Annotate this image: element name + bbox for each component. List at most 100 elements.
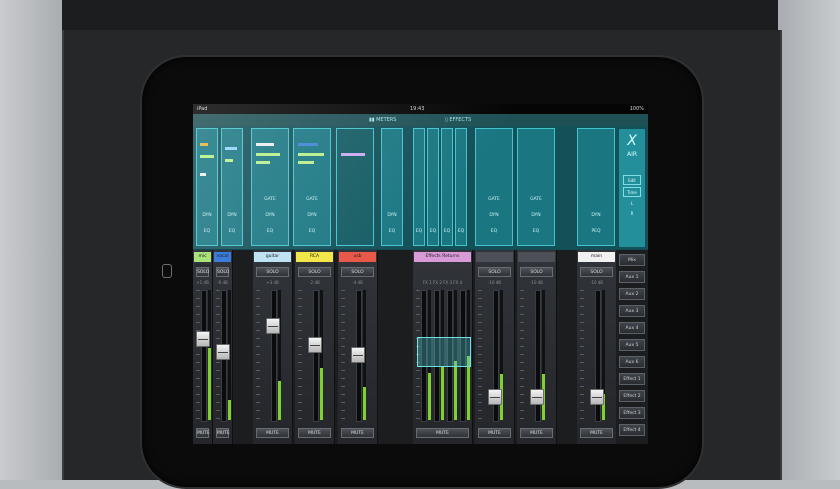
mute-button[interactable]: MUTE: [520, 428, 553, 438]
level-meter: [320, 290, 323, 420]
tab-effects[interactable]: ▯ EFFECTS: [441, 115, 475, 125]
gain-readout: -10 dB: [589, 280, 604, 285]
solo-button[interactable]: SOLO: [298, 267, 331, 277]
overview-strip-2[interactable]: DYN EQ: [221, 128, 243, 246]
fader-track[interactable]: [313, 290, 319, 422]
overview-bar: [256, 153, 280, 156]
bus-select-button[interactable]: Effect 4: [619, 424, 645, 436]
channel-name-label[interactable]: usb: [339, 252, 376, 262]
overview-fx4[interactable]: EQ: [455, 128, 467, 246]
wall-right: [778, 0, 840, 480]
tab-effects-label: EFFECTS: [449, 117, 472, 123]
fader-knob[interactable]: [530, 389, 544, 405]
overview-bar: [298, 161, 314, 164]
fader-track[interactable]: [271, 290, 277, 422]
bus-select-button[interactable]: Aux 1: [619, 271, 645, 283]
overview-strip-8[interactable]: GATE DYN EQ: [517, 128, 555, 246]
battery-label: 100%: [629, 106, 644, 112]
mute-button[interactable]: MUTE: [256, 428, 289, 438]
fader-knob[interactable]: [266, 318, 280, 334]
eq-label: EQ: [266, 229, 274, 234]
channel-name-label[interactable]: vocal: [214, 252, 231, 262]
eq-label: EQ: [415, 229, 423, 234]
fader-knob[interactable]: [590, 389, 604, 405]
gate-label: GATE: [488, 197, 500, 202]
fader-scale: [580, 290, 584, 420]
overview-strip-3[interactable]: GATE DYN EQ: [251, 128, 289, 246]
level-meter-fill: [320, 368, 323, 420]
channel-strip: SOLO -10 dB MUTE: [475, 250, 515, 444]
solo-button[interactable]: SOLO: [341, 267, 374, 277]
gain-readout: -2 dB: [309, 280, 320, 285]
overview-fx1[interactable]: EQ: [413, 128, 425, 246]
fader-track[interactable]: [201, 290, 207, 422]
overview-bar: [256, 143, 274, 146]
dyn-label: DYN: [265, 213, 275, 218]
level-meter-fill: [228, 400, 231, 420]
mute-button[interactable]: MUTE: [478, 428, 511, 438]
bus-select-button[interactable]: Aux 6: [619, 356, 645, 368]
mute-button[interactable]: MUTE: [298, 428, 331, 438]
solo-button[interactable]: SOLO: [580, 267, 613, 277]
level-meter-fill: [454, 361, 457, 420]
channel-name-label[interactable]: RCA: [296, 252, 333, 262]
bus-select-button[interactable]: Aux 2: [619, 288, 645, 300]
xair-logo-text: AIR: [626, 151, 638, 158]
eq-label: EQ: [203, 229, 211, 234]
channel-strip: Effects Returns FX 1 FX 2 FX 3 FX 4 MUTE: [413, 250, 473, 444]
mute-button[interactable]: MUTE: [416, 428, 469, 438]
bus-select-button[interactable]: Mix: [619, 254, 645, 266]
gate-label: GATE: [306, 197, 318, 202]
tab-meters-label: METERS: [376, 117, 397, 123]
overview-strip-6[interactable]: DYN EQ: [381, 128, 403, 246]
overview-strip-5[interactable]: [336, 128, 374, 246]
left-label: L: [630, 201, 634, 206]
mute-button[interactable]: MUTE: [341, 428, 374, 438]
fx-return-fader-group[interactable]: [417, 337, 471, 367]
overview-fx2[interactable]: EQ: [427, 128, 439, 246]
gain-readout: +3 dB: [266, 280, 279, 285]
tab-meters[interactable]: ▮▮ METERS: [365, 115, 400, 125]
solo-button[interactable]: SOLO: [478, 267, 511, 277]
fader-knob[interactable]: [351, 347, 365, 363]
channel-strip: main SOLO -10 dB MUTE: [577, 250, 617, 444]
bus-select-button[interactable]: Effect 1: [619, 373, 645, 385]
overview-strip-7[interactable]: GATE DYN EQ: [475, 128, 513, 246]
mute-button[interactable]: MUTE: [216, 428, 230, 438]
channel-strip: vocal SOLO -6 dB MUTE: [213, 250, 233, 444]
mute-button[interactable]: MUTE: [580, 428, 613, 438]
edit-button[interactable]: Edit: [623, 175, 641, 185]
fader-knob[interactable]: [308, 337, 322, 353]
mute-button[interactable]: MUTE: [196, 428, 210, 438]
solo-button[interactable]: SOLO: [256, 267, 289, 277]
bus-select-button[interactable]: Aux 3: [619, 305, 645, 317]
bus-select-button[interactable]: Effect 2: [619, 390, 645, 402]
fader-knob[interactable]: [488, 389, 502, 405]
bus-select-button[interactable]: Effect 3: [619, 407, 645, 419]
home-button[interactable]: [162, 264, 172, 278]
gate-label: GATE: [530, 197, 542, 202]
fader-knob[interactable]: [216, 344, 230, 360]
fader-knob[interactable]: [196, 331, 210, 347]
channel-name-label[interactable]: Effects Returns: [414, 252, 471, 262]
dyn-label: DYN: [307, 213, 317, 218]
channel-strip: SOLO -10 dB MUTE: [517, 250, 557, 444]
overview-bar: [225, 159, 233, 162]
channel-name-label[interactable]: [476, 252, 513, 262]
overview-fx3[interactable]: EQ: [441, 128, 453, 246]
overview-strip-4[interactable]: GATE DYN EQ: [293, 128, 331, 246]
solo-button[interactable]: SOLO: [216, 267, 229, 277]
bus-select-button[interactable]: Aux 4: [619, 322, 645, 334]
overview-strip-1[interactable]: DYN EQ: [196, 128, 218, 246]
time-button[interactable]: Time: [623, 187, 641, 197]
bus-select-button[interactable]: Aux 5: [619, 339, 645, 351]
solo-button[interactable]: SOLO: [196, 267, 209, 277]
channel-name-label[interactable]: guitar: [254, 252, 291, 262]
eq-label: EQ: [429, 229, 437, 234]
overview-strip-main[interactable]: DYN PEQ: [577, 128, 615, 246]
channel-name-label[interactable]: mic stereo: [194, 252, 211, 269]
channel-name-label[interactable]: [518, 252, 555, 262]
overview-bar: [225, 147, 237, 150]
solo-button[interactable]: SOLO: [520, 267, 553, 277]
channel-name-label[interactable]: main: [578, 252, 615, 262]
